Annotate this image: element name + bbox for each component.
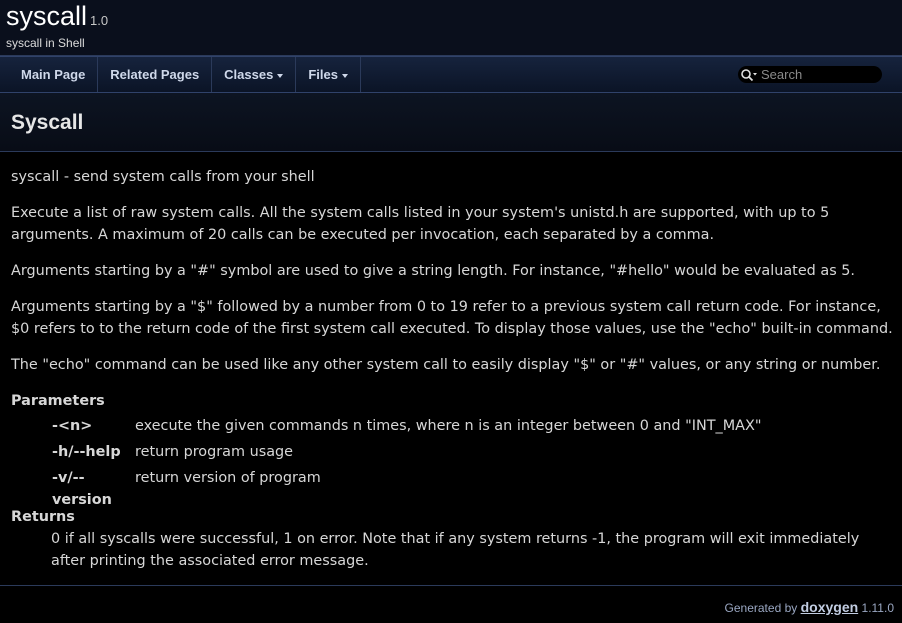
- search-box[interactable]: [738, 66, 882, 83]
- search-input[interactable]: [761, 67, 871, 82]
- project-brief: syscall in Shell: [6, 36, 85, 50]
- parameter-description: return program usage: [135, 444, 294, 460]
- parameter-description: return version of program: [135, 470, 321, 486]
- search-icon[interactable]: [740, 68, 757, 82]
- main-nav: Main Page Related Pages Classes Files: [0, 56, 902, 93]
- doxygen-logo-link[interactable]: doxygen: [801, 599, 859, 615]
- description-paragraph: The "echo" command can be used like any …: [11, 357, 881, 373]
- nav-files-label: Files: [308, 67, 338, 82]
- chevron-down-icon: [277, 73, 284, 78]
- parameter-row: -<n> execute the given commands n times,…: [52, 415, 761, 437]
- description-paragraph: Arguments starting by a "$" followed by …: [11, 299, 893, 337]
- project-name: syscall 1.0: [6, 0, 108, 37]
- footer-generated-by: Generated by: [724, 601, 798, 615]
- parameter-description: execute the given commands n times, wher…: [135, 418, 762, 434]
- page-title: Syscall: [11, 111, 84, 134]
- nav-classes-label: Classes: [224, 67, 274, 82]
- parameter-name: -v/--version: [52, 470, 112, 508]
- description-paragraph: Execute a list of raw system calls. All …: [11, 205, 830, 243]
- nav-main-page-label: Main Page: [21, 67, 86, 82]
- project-name-text: syscall: [6, 1, 88, 31]
- project-number: 1.0: [90, 13, 109, 28]
- parameter-name: -h/--help: [52, 444, 121, 460]
- title-area: syscall 1.0 syscall in Shell: [0, 0, 902, 56]
- chevron-down-icon: [341, 73, 348, 78]
- footer: Generated by doxygen 1.11.0: [725, 599, 894, 615]
- returns-title: Returns: [11, 509, 75, 525]
- nav-main-page[interactable]: Main Page: [0, 57, 99, 92]
- footer-divider: [0, 585, 902, 586]
- returns-description: 0 if all syscalls were successful, 1 on …: [51, 531, 860, 569]
- nav-related-pages-label: Related Pages: [110, 67, 200, 82]
- footer-version: 1.11.0: [861, 601, 894, 615]
- nav-classes[interactable]: Classes: [212, 57, 297, 92]
- parameter-row: -h/--help return program usage: [52, 441, 293, 463]
- brief-description: syscall - send system calls from your sh…: [11, 169, 315, 185]
- page-header: Syscall: [0, 93, 902, 152]
- parameter-name: -<n>: [52, 418, 93, 434]
- description-paragraph: Arguments starting by a "#" symbol are u…: [11, 263, 856, 279]
- parameters-title: Parameters: [11, 393, 105, 409]
- nav-files[interactable]: Files: [296, 57, 361, 92]
- nav-related-pages[interactable]: Related Pages: [98, 57, 213, 92]
- parameter-row: -v/--version return version of program: [52, 467, 321, 511]
